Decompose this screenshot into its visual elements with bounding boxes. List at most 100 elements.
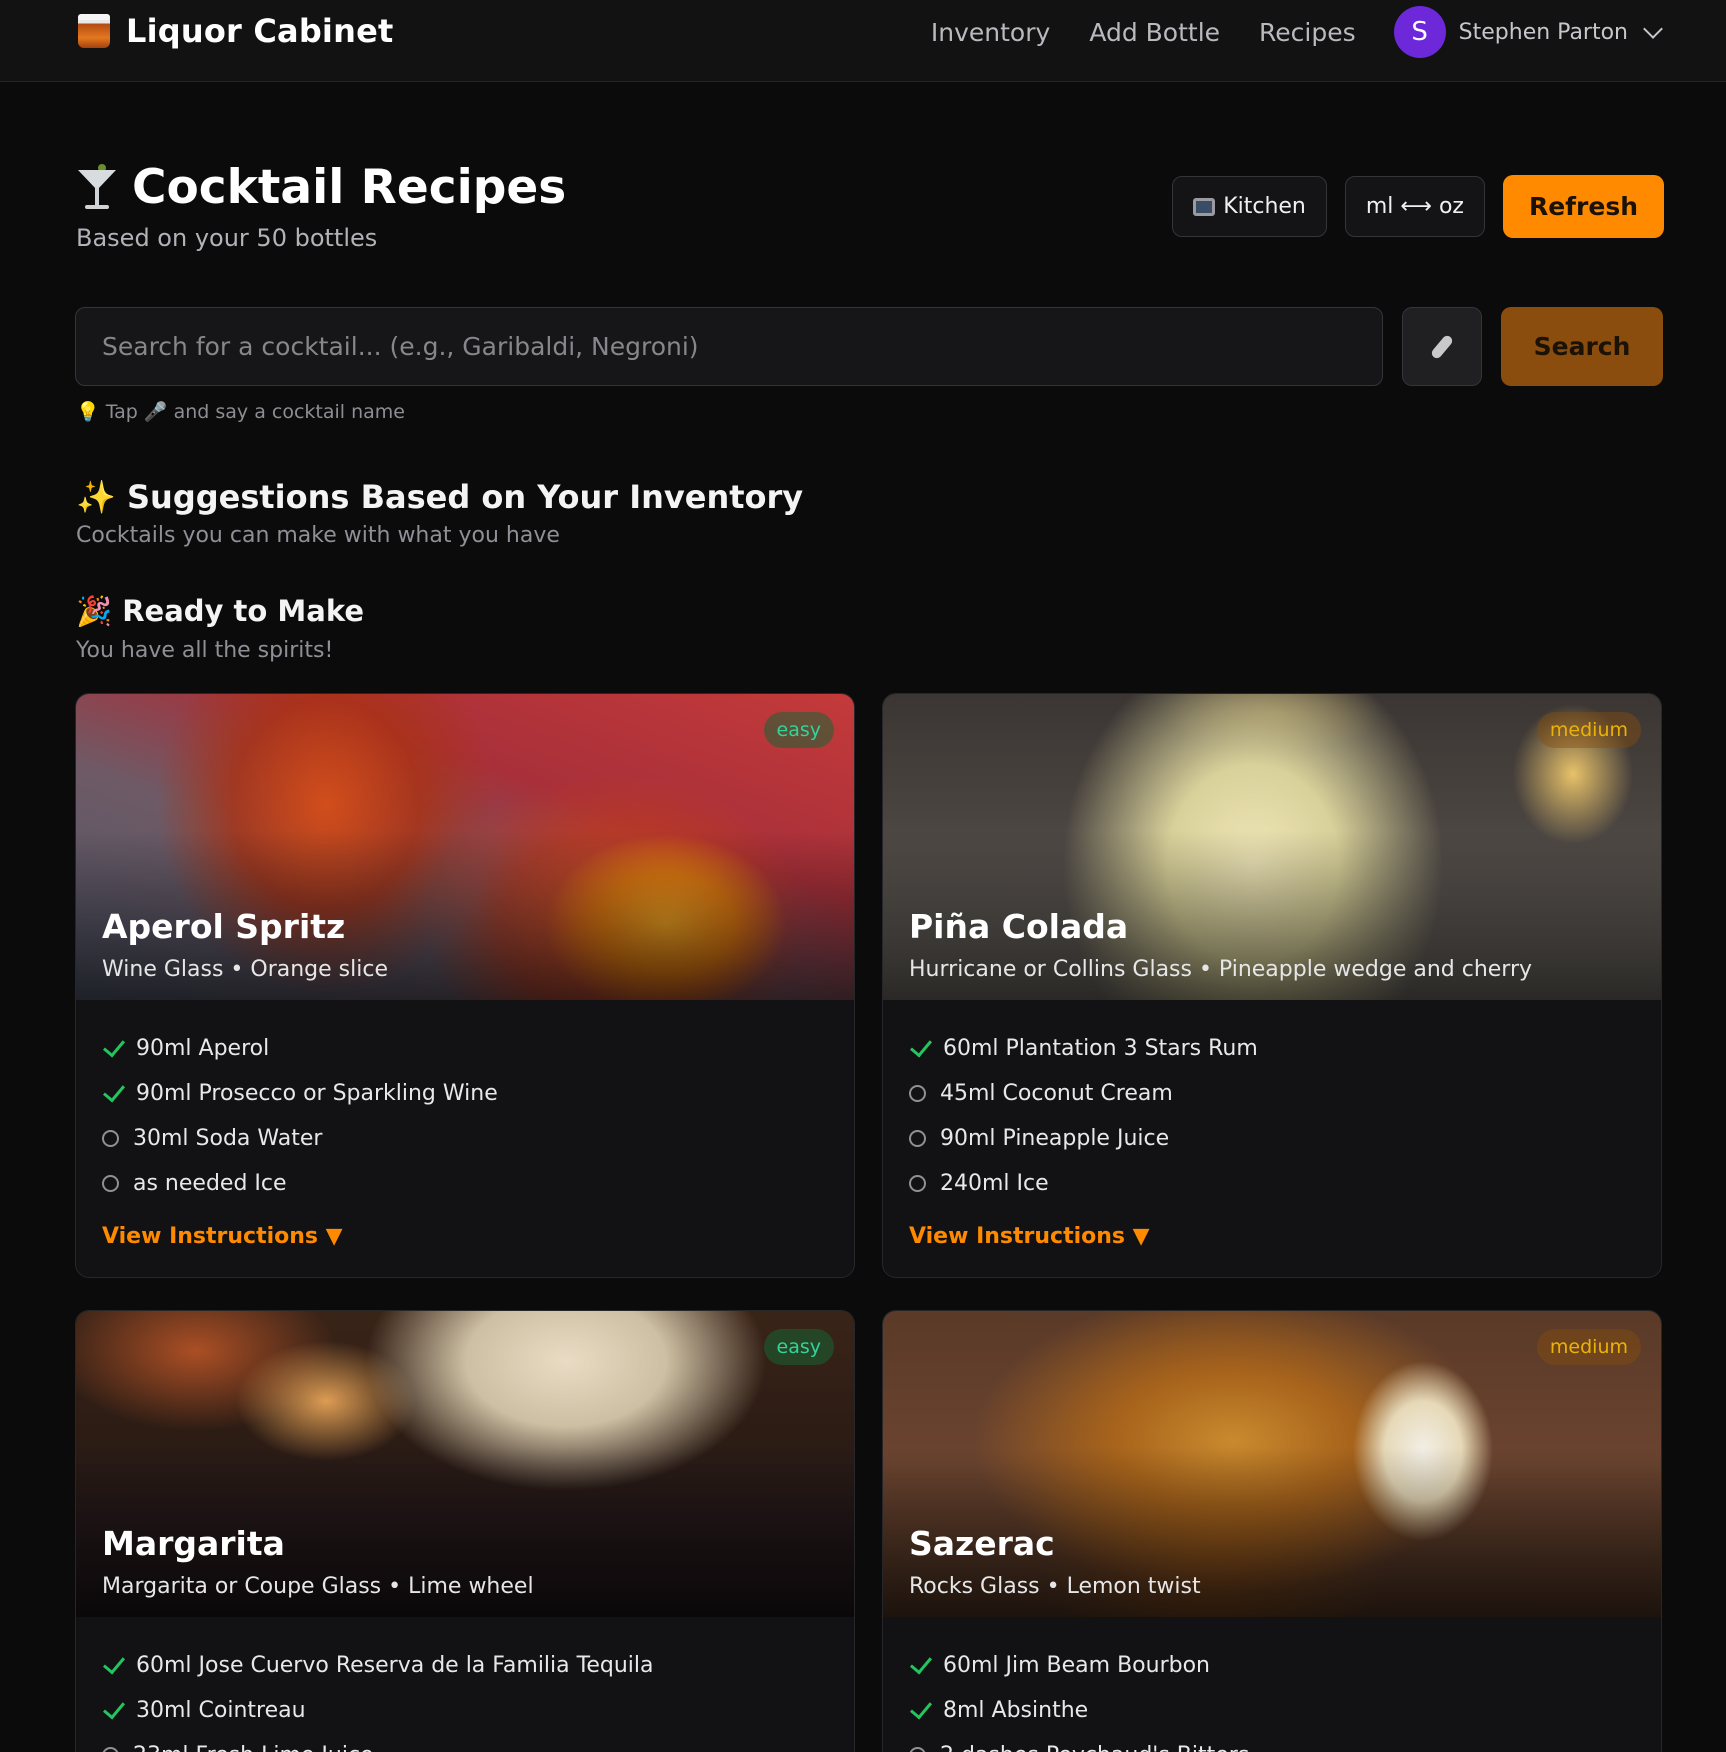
page-subtitle: Based on your 50 bottles (76, 224, 378, 252)
empty-circle-icon (909, 1130, 926, 1147)
recipe-glass-garnish: Wine Glass • Orange slice (102, 957, 388, 982)
recipe-name: Sazerac (909, 1524, 1055, 1563)
ingredient-item: 2 dashes Peychaud's Bitters (909, 1733, 1635, 1752)
ingredient-item: 60ml Jose Cuervo Reserva de la Familia T… (102, 1643, 828, 1688)
ready-to-make-subtitle: You have all the spirits! (76, 638, 334, 663)
view-instructions-link[interactable]: View Instructions ▼ (883, 1206, 1661, 1277)
ingredient-item: 8ml Absinthe (909, 1688, 1635, 1733)
voice-search-button[interactable] (1402, 307, 1482, 386)
page-title: Cocktail Recipes (76, 160, 566, 215)
recipe-photo: easy Aperol Spritz Wine Glass • Orange s… (76, 694, 854, 1000)
nav-add-bottle[interactable]: Add Bottle (1089, 18, 1220, 47)
check-icon (102, 1695, 126, 1720)
ingredient-item: as needed Ice (102, 1161, 828, 1206)
recipe-glass-garnish: Margarita or Coupe Glass • Lime wheel (102, 1574, 534, 1599)
check-icon (102, 1650, 126, 1675)
ingredient-item: 23ml Fresh Lime Juice (102, 1733, 828, 1752)
main-nav: Inventory Add Bottle Recipes S Stephen P… (892, 6, 1663, 58)
ingredient-item: 60ml Jim Beam Bourbon (909, 1643, 1635, 1688)
ingredient-text: 60ml Plantation 3 Stars Rum (943, 1036, 1258, 1061)
recipe-card-pina-colada[interactable]: medium Piña Colada Hurricane or Collins … (882, 693, 1662, 1278)
user-name: Stephen Parton (1458, 19, 1628, 45)
empty-circle-icon (909, 1175, 926, 1192)
cocktail-glass-icon (76, 163, 118, 212)
recipe-name: Piña Colada (909, 907, 1129, 946)
check-icon (909, 1650, 933, 1675)
search-button[interactable]: Search (1501, 307, 1663, 386)
recipe-card-aperol-spritz[interactable]: easy Aperol Spritz Wine Glass • Orange s… (75, 693, 855, 1278)
ingredient-item: 90ml Pineapple Juice (909, 1116, 1635, 1161)
recipe-glass-garnish: Hurricane or Collins Glass • Pineapple w… (909, 957, 1533, 982)
recipe-card-sazerac[interactable]: medium Sazerac Rocks Glass • Lemon twist… (882, 1310, 1662, 1752)
ingredient-item: 45ml Coconut Cream (909, 1071, 1635, 1116)
ingredient-text: 2 dashes Peychaud's Bitters (940, 1743, 1249, 1752)
ingredient-item: 90ml Prosecco or Sparkling Wine (102, 1071, 828, 1116)
difficulty-badge: easy (763, 1329, 834, 1365)
page-actions: Kitchen ml ⟷ oz Refresh (1172, 175, 1664, 238)
recipe-name: Margarita (102, 1524, 285, 1563)
nav-inventory[interactable]: Inventory (931, 18, 1050, 47)
whiskey-glass-icon (76, 12, 112, 50)
empty-circle-icon (909, 1747, 926, 1752)
recipe-photo: easy Margarita Margarita or Coupe Glass … (76, 1311, 854, 1617)
avatar: S (1393, 6, 1446, 58)
ingredient-text: 30ml Cointreau (136, 1698, 306, 1723)
chevron-down-icon (1643, 19, 1663, 39)
empty-circle-icon (909, 1085, 926, 1102)
suggestions-title: ✨ Suggestions Based on Your Inventory (76, 478, 804, 516)
recipe-name: Aperol Spritz (102, 907, 346, 946)
ingredient-list: 90ml Aperol 90ml Prosecco or Sparkling W… (76, 1000, 854, 1206)
ingredient-text: 90ml Pineapple Juice (940, 1126, 1170, 1151)
ingredient-list: 60ml Plantation 3 Stars Rum 45ml Coconut… (883, 1000, 1661, 1206)
difficulty-badge: easy (763, 712, 834, 748)
ingredient-list: 60ml Jose Cuervo Reserva de la Familia T… (76, 1617, 854, 1752)
ingredient-item: 30ml Soda Water (102, 1116, 828, 1161)
ingredient-text: 90ml Aperol (136, 1036, 270, 1061)
search-input[interactable] (75, 307, 1383, 386)
ingredient-text: 8ml Absinthe (943, 1698, 1089, 1723)
page-title-text: Cocktail Recipes (132, 160, 567, 215)
kitchen-button[interactable]: Kitchen (1172, 176, 1327, 237)
recipe-glass-garnish: Rocks Glass • Lemon twist (909, 1574, 1201, 1599)
brand-logo[interactable]: Liquor Cabinet (76, 12, 394, 50)
unit-toggle-label: ml ⟷ oz (1365, 194, 1464, 219)
difficulty-badge: medium (1536, 712, 1641, 748)
unit-toggle-button[interactable]: ml ⟷ oz (1344, 176, 1485, 237)
ingredient-text: 60ml Jose Cuervo Reserva de la Familia T… (136, 1653, 654, 1678)
difficulty-badge: medium (1536, 1329, 1641, 1365)
check-icon (102, 1078, 126, 1103)
check-icon (909, 1033, 933, 1058)
ingredient-text: 60ml Jim Beam Bourbon (943, 1653, 1210, 1678)
ingredient-text: 45ml Coconut Cream (940, 1081, 1173, 1106)
ingredient-text: 23ml Fresh Lime Juice (133, 1743, 374, 1752)
ingredient-text: 90ml Prosecco or Sparkling Wine (136, 1081, 498, 1106)
recipe-photo: medium Sazerac Rocks Glass • Lemon twist (883, 1311, 1661, 1617)
tv-icon (1193, 197, 1216, 216)
check-icon (909, 1695, 933, 1720)
microphone-icon (1429, 333, 1455, 360)
top-navigation-bar: Liquor Cabinet Inventory Add Bottle Reci… (0, 0, 1726, 82)
ingredient-text: 240ml Ice (940, 1171, 1049, 1196)
empty-circle-icon (102, 1175, 119, 1192)
user-menu[interactable]: S Stephen Parton (1393, 6, 1663, 58)
recipe-card-margarita[interactable]: easy Margarita Margarita or Coupe Glass … (75, 1310, 855, 1752)
suggestions-subtitle: Cocktails you can make with what you hav… (76, 523, 560, 548)
ingredient-item: 90ml Aperol (102, 1026, 828, 1071)
brand-name: Liquor Cabinet (126, 12, 394, 50)
empty-circle-icon (102, 1747, 119, 1752)
refresh-button[interactable]: Refresh (1502, 175, 1664, 238)
ingredient-item: 30ml Cointreau (102, 1688, 828, 1733)
ingredient-item: 60ml Plantation 3 Stars Rum (909, 1026, 1635, 1071)
ingredient-text: as needed Ice (133, 1171, 287, 1196)
ingredient-list: 60ml Jim Beam Bourbon 8ml Absinthe 2 das… (883, 1617, 1661, 1752)
kitchen-label: Kitchen (1223, 194, 1306, 219)
voice-hint: 💡 Tap 🎤 and say a cocktail name (76, 401, 405, 423)
check-icon (102, 1033, 126, 1058)
empty-circle-icon (102, 1130, 119, 1147)
view-instructions-link[interactable]: View Instructions ▼ (76, 1206, 854, 1277)
ingredient-item: 240ml Ice (909, 1161, 1635, 1206)
recipe-photo: medium Piña Colada Hurricane or Collins … (883, 694, 1661, 1000)
nav-recipes[interactable]: Recipes (1259, 18, 1356, 47)
ingredient-text: 30ml Soda Water (133, 1126, 323, 1151)
ready-to-make-title: 🎉 Ready to Make (76, 594, 365, 628)
